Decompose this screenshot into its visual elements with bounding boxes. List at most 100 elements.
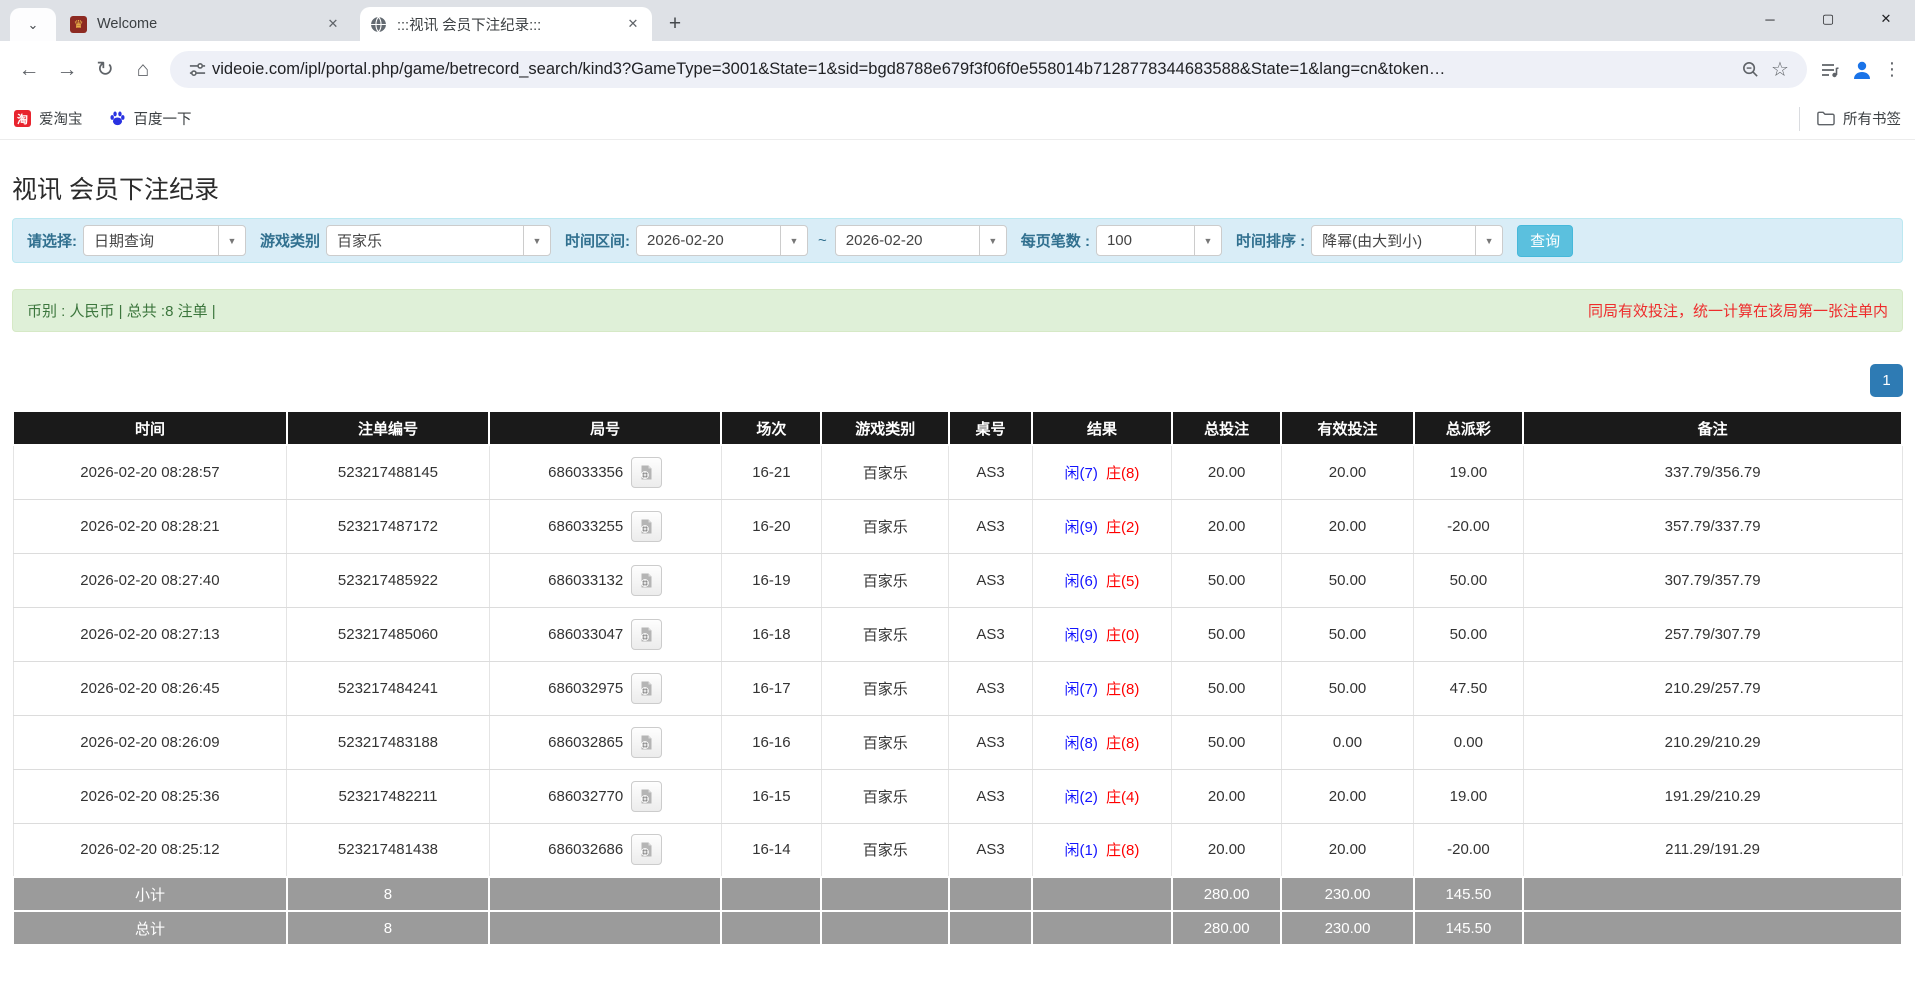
banker-result: 庄(2) xyxy=(1106,518,1140,536)
filter-panel: 请选择: 日期查询 ▼ 游戏类别 百家乐 ▼ 时间区间: 2026-02-20 … xyxy=(12,218,1903,263)
video-file-icon xyxy=(641,573,652,587)
cell-total-bet[interactable]: 20.00 xyxy=(1171,822,1282,878)
bookmark-baidu[interactable]: 百度一下 xyxy=(109,108,192,129)
game-type-select[interactable]: 百家乐 ▼ xyxy=(326,225,552,256)
cell-remark: 337.79/356.79 xyxy=(1522,444,1903,500)
new-tab-button[interactable]: + xyxy=(660,9,690,39)
table-row: 2026-02-20 08:26:45 523217484241 6860329… xyxy=(12,660,1903,716)
cell-valid-bet: 0.00 xyxy=(1280,714,1415,770)
chevron-down-icon: ▼ xyxy=(523,226,551,255)
window-controls: ─ ▢ ✕ xyxy=(1741,0,1915,38)
profile-avatar-icon[interactable] xyxy=(1845,53,1879,87)
tab-search-button[interactable]: ⌄ xyxy=(10,8,56,41)
browser-tab-betrecord[interactable]: :::视讯 会员下注纪录::: ✕ xyxy=(360,7,652,41)
cell-payout: 47.50 xyxy=(1413,660,1524,716)
time-sort-select[interactable]: 降幂(由大到小) ▼ xyxy=(1311,225,1504,256)
media-controls-icon[interactable] xyxy=(1815,55,1845,85)
browser-tab-welcome[interactable]: ♛ Welcome ✕ xyxy=(60,7,352,41)
video-replay-button[interactable] xyxy=(631,456,663,488)
cell-valid-bet: 50.00 xyxy=(1280,606,1415,662)
player-result: 闲(9) xyxy=(1064,518,1098,536)
site-settings-icon[interactable] xyxy=(182,55,212,85)
video-replay-button[interactable] xyxy=(631,564,663,596)
table-row: 2026-02-20 08:28:57 523217488145 6860333… xyxy=(12,444,1903,500)
search-button[interactable]: 查询 xyxy=(1517,224,1574,257)
browser-menu-icon[interactable]: ⋮ xyxy=(1879,59,1905,80)
video-file-icon xyxy=(641,789,652,803)
page-1-button[interactable]: 1 xyxy=(1870,364,1903,397)
maximize-button[interactable]: ▢ xyxy=(1799,0,1857,38)
header-total-bet: 总投注 xyxy=(1170,410,1283,446)
cell-bet-id: 523217488145 xyxy=(286,444,490,500)
reload-icon[interactable]: ↻ xyxy=(86,51,124,89)
all-bookmarks-button[interactable]: 所有书签 xyxy=(1799,106,1901,131)
cell-result: 闲(9) 庄(2) xyxy=(1031,498,1173,554)
video-replay-button[interactable] xyxy=(631,510,663,542)
header-game-type: 游戏类别 xyxy=(820,410,950,446)
back-icon[interactable]: ← xyxy=(10,51,48,89)
video-replay-button[interactable] xyxy=(631,780,663,812)
video-replay-button[interactable] xyxy=(631,726,663,758)
cell-game-type: 百家乐 xyxy=(820,552,950,608)
table-row: 2026-02-20 08:27:13 523217485060 6860330… xyxy=(12,606,1903,662)
baidu-paw-icon xyxy=(109,110,126,127)
cell-bet-id: 523217485922 xyxy=(286,552,490,608)
cell-total-bet[interactable]: 20.00 xyxy=(1171,768,1282,824)
cell-total-bet[interactable]: 20.00 xyxy=(1171,444,1282,500)
cell-time: 2026-02-20 08:26:09 xyxy=(12,714,288,770)
cell-valid-bet: 50.00 xyxy=(1280,552,1415,608)
page-title: 视讯 会员下注纪录 xyxy=(12,176,219,204)
cell-time: 2026-02-20 08:25:12 xyxy=(12,822,288,878)
url-text[interactable]: videoie.com/ipl/portal.php/game/betrecor… xyxy=(212,60,1735,79)
header-time: 时间 xyxy=(12,410,288,446)
cell-result: 闲(9) 庄(0) xyxy=(1031,606,1173,662)
cell-table-no: AS3 xyxy=(948,660,1033,716)
video-replay-button[interactable] xyxy=(631,672,663,704)
query-mode-select[interactable]: 日期查询 ▼ xyxy=(83,225,246,256)
cell-total-bet[interactable]: 50.00 xyxy=(1171,606,1282,662)
video-replay-button[interactable] xyxy=(631,834,663,866)
tab-title: :::视讯 会员下注纪录::: xyxy=(397,17,542,34)
bookmark-star-icon[interactable]: ☆ xyxy=(1765,55,1795,85)
player-result: 闲(2) xyxy=(1064,788,1098,806)
cell-total-bet[interactable]: 50.00 xyxy=(1171,714,1282,770)
page-size-select[interactable]: 100 ▼ xyxy=(1095,225,1222,256)
zoom-icon[interactable] xyxy=(1735,55,1765,85)
subtotal-payout: 145.50 xyxy=(1412,876,1525,912)
total-valid-bet: 230.00 xyxy=(1280,910,1415,946)
home-icon[interactable]: ⌂ xyxy=(124,51,162,89)
cell-session: 16-15 xyxy=(720,768,822,824)
cell-game-type: 百家乐 xyxy=(820,768,950,824)
cell-total-bet[interactable]: 50.00 xyxy=(1171,552,1282,608)
bookmark-aitaobao[interactable]: 淘 爱淘宝 xyxy=(14,108,83,129)
cell-round-id: 686032686 xyxy=(488,822,722,878)
minimize-button[interactable]: ─ xyxy=(1741,0,1799,38)
taobao-icon: 淘 xyxy=(14,110,31,127)
cell-valid-bet: 20.00 xyxy=(1280,498,1415,554)
globe-favicon-icon xyxy=(370,16,387,33)
game-type-value: 百家乐 xyxy=(337,233,383,250)
cell-bet-id: 523217483188 xyxy=(286,714,490,770)
date-from-select[interactable]: 2026-02-20 ▼ xyxy=(636,225,809,256)
page-size-value: 100 xyxy=(1106,232,1132,249)
address-bar[interactable]: videoie.com/ipl/portal.php/game/betrecor… xyxy=(170,51,1807,88)
player-result: 闲(8) xyxy=(1064,734,1098,752)
cell-remark: 191.29/210.29 xyxy=(1522,768,1903,824)
cell-session: 16-20 xyxy=(720,498,822,554)
video-replay-button[interactable] xyxy=(631,618,663,650)
forward-icon[interactable]: → xyxy=(48,51,86,89)
tab-close-icon[interactable]: ✕ xyxy=(324,15,342,33)
bet-records-table: 时间 注单编号 局号 场次 游戏类别 桌号 结果 总投注 有效投注 总派彩 备注… xyxy=(12,410,1903,946)
browser-toolbar: ← → ↻ ⌂ videoie.com/ipl/portal.php/game/… xyxy=(0,41,1915,98)
cell-total-bet[interactable]: 50.00 xyxy=(1171,660,1282,716)
close-button[interactable]: ✕ xyxy=(1857,0,1915,38)
cell-total-bet[interactable]: 20.00 xyxy=(1171,498,1282,554)
header-remark: 备注 xyxy=(1522,410,1903,446)
cell-table-no: AS3 xyxy=(948,498,1033,554)
date-to-select[interactable]: 2026-02-20 ▼ xyxy=(834,225,1007,256)
cell-result: 闲(7) 庄(8) xyxy=(1031,444,1173,500)
cell-session: 16-18 xyxy=(720,606,822,662)
banker-result: 庄(0) xyxy=(1106,626,1140,644)
tab-close-icon[interactable]: ✕ xyxy=(624,15,642,33)
cell-session: 16-19 xyxy=(720,552,822,608)
